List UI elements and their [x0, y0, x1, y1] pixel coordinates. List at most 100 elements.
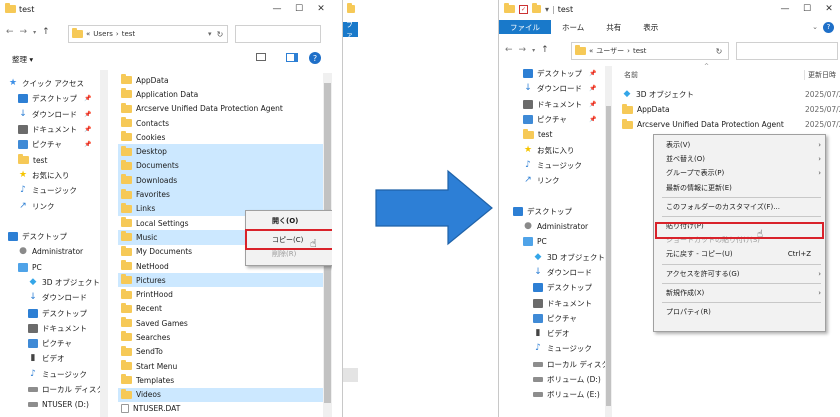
- minimize-button[interactable]: —: [774, 0, 796, 18]
- right-nav-item[interactable]: ♪ ミュージック: [509, 158, 605, 173]
- organize-menu[interactable]: 整理 ▾: [12, 54, 33, 65]
- properties-icon[interactable]: ✓: [519, 4, 528, 14]
- left-nav-item[interactable]: ★ クイック アクセス: [4, 76, 100, 91]
- tab-file[interactable]: ファイル: [499, 20, 551, 34]
- recent-chevron-icon[interactable]: ▾: [33, 29, 36, 36]
- address-overflow[interactable]: «: [86, 30, 90, 38]
- column-date[interactable]: 更新日時: [804, 70, 836, 80]
- file-row[interactable]: PrintHood: [118, 287, 323, 301]
- ribbon-collapse-icon[interactable]: ⌄: [812, 23, 818, 31]
- file-row[interactable]: Searches: [118, 330, 323, 344]
- left-nav-item[interactable]: ◆ 3D オブジェクト: [4, 275, 100, 290]
- left-nav-item[interactable]: ↗ リンク: [4, 198, 100, 213]
- breadcrumb-users[interactable]: ユーザー: [596, 46, 624, 56]
- left-nav-item[interactable]: ↓ ダウンロード 📌: [4, 107, 100, 122]
- right-nav-item[interactable]: ローカル ディスク (: [509, 357, 605, 372]
- back-arrow-icon[interactable]: ←: [505, 45, 513, 55]
- file-row[interactable]: Desktop: [118, 144, 323, 159]
- menu-item[interactable]: 最新の情報に更新(E): [654, 181, 825, 195]
- right-nav-item[interactable]: デスクトップ: [509, 280, 605, 295]
- file-row[interactable]: SendTo: [118, 345, 323, 359]
- nav-scrollbar[interactable]: [605, 66, 612, 417]
- file-row[interactable]: Videos: [118, 387, 323, 402]
- menu-item[interactable]: 表示(V) ›: [654, 138, 825, 152]
- right-nav-item[interactable]: デスクトップ 📌: [509, 66, 605, 81]
- file-row[interactable]: AppData: [118, 73, 323, 87]
- refresh-icon[interactable]: ↻: [212, 26, 228, 42]
- left-nav-item[interactable]: ↓ ダウンロード: [4, 290, 100, 305]
- left-nav-item[interactable]: test: [4, 152, 100, 167]
- view-options-icon[interactable]: [256, 53, 266, 61]
- right-nav-item[interactable]: ▮ ビデオ: [509, 326, 605, 341]
- menu-item[interactable]: プロパティ(R): [654, 305, 825, 319]
- left-nav-item[interactable]: ★ お気に入り: [4, 168, 100, 183]
- menu-item[interactable]: 並べ替え(O) ›: [654, 152, 825, 166]
- file-row[interactable]: Templates: [118, 373, 323, 387]
- address-dropdown-icon[interactable]: ▾: [208, 30, 212, 38]
- left-nav-item[interactable]: ♪ ミュージック: [4, 183, 100, 198]
- right-nav-item[interactable]: ● Administrator: [509, 219, 605, 234]
- right-nav-item[interactable]: ドキュメント: [509, 295, 605, 310]
- search-input[interactable]: [235, 25, 321, 43]
- right-nav-item[interactable]: ♪ ミュージック: [509, 341, 605, 356]
- right-nav-item[interactable]: デスクトップ: [509, 204, 605, 219]
- menu-item[interactable]: 開く(O): [246, 214, 332, 228]
- help-icon[interactable]: ?: [309, 52, 321, 64]
- left-nav-item[interactable]: NTUSER (D:): [4, 397, 100, 412]
- address-bar[interactable]: « ユーザー › test: [571, 42, 729, 60]
- right-nav-item[interactable]: ボリューム (E:): [509, 387, 605, 402]
- preview-pane-icon[interactable]: [286, 53, 298, 62]
- file-row[interactable]: Arcserve Unified Data Protection Agent: [118, 102, 323, 116]
- menu-item[interactable]: アクセスを許可する(G) ›: [654, 267, 825, 281]
- left-nav-item[interactable]: ピクチャ 📌: [4, 137, 100, 152]
- right-nav-item[interactable]: ドキュメント 📌: [509, 97, 605, 112]
- left-nav-item[interactable]: ドキュメント 📌: [4, 122, 100, 137]
- menu-item[interactable]: このフォルダーのカスタマイズ(F)...: [654, 200, 825, 214]
- breadcrumb-test[interactable]: test: [122, 30, 135, 38]
- nav-scrollbar[interactable]: [100, 70, 108, 417]
- breadcrumb-users[interactable]: Users: [93, 30, 113, 38]
- back-arrow-icon[interactable]: ←: [6, 27, 14, 37]
- file-row[interactable]: Pictures: [118, 273, 323, 288]
- file-row[interactable]: Downloads: [118, 173, 323, 188]
- menu-item[interactable]: 元に戻す - コピー(U) Ctrl+Z: [654, 247, 825, 261]
- left-nav-item[interactable]: ローカル ディスク (: [4, 382, 100, 397]
- right-nav-item[interactable]: ★ お気に入り: [509, 142, 605, 157]
- file-row[interactable]: Contacts: [118, 116, 323, 130]
- up-arrow-icon[interactable]: ↑: [42, 27, 50, 37]
- search-input[interactable]: [736, 42, 838, 60]
- right-nav-item[interactable]: test: [509, 127, 605, 142]
- address-overflow[interactable]: «: [589, 47, 593, 55]
- right-nav-item[interactable]: ↓ ダウンロード 📌: [509, 81, 605, 96]
- tab-view[interactable]: 表示: [632, 20, 669, 34]
- file-row[interactable]: Cookies: [118, 130, 323, 144]
- forward-arrow-icon[interactable]: →: [519, 45, 527, 55]
- file-row[interactable]: NTUSER.DAT: [118, 402, 323, 416]
- right-nav-item[interactable]: ◆ 3D オブジェクト: [509, 250, 605, 265]
- close-button[interactable]: ✕: [818, 0, 840, 18]
- file-row[interactable]: Recent: [118, 302, 323, 316]
- right-nav-item[interactable]: PC: [509, 234, 605, 249]
- left-nav-item[interactable]: デスクトップ: [4, 229, 100, 244]
- left-nav-item[interactable]: デスクトップ: [4, 305, 100, 320]
- ribbon-file-tab[interactable]: ファ: [343, 21, 358, 39]
- left-nav-item[interactable]: ▮ ビデオ: [4, 351, 100, 366]
- file-row[interactable]: Start Menu: [118, 359, 323, 373]
- maximize-button[interactable]: ☐: [288, 0, 310, 18]
- menu-item[interactable]: 新規作成(X) ›: [654, 286, 825, 300]
- refresh-icon[interactable]: ↻: [711, 43, 727, 59]
- up-arrow-icon[interactable]: ↑: [541, 45, 549, 55]
- tab-home[interactable]: ホーム: [551, 20, 595, 34]
- forward-arrow-icon[interactable]: →: [20, 27, 28, 37]
- file-row[interactable]: Arcserve Unified Data Protection Agent 20…: [619, 117, 840, 132]
- right-nav-item[interactable]: ↗ リンク: [509, 173, 605, 188]
- breadcrumb-test[interactable]: test: [633, 47, 646, 55]
- left-nav-item[interactable]: デスクトップ 📌: [4, 91, 100, 106]
- left-nav-item[interactable]: ピクチャ: [4, 336, 100, 351]
- tab-share[interactable]: 共有: [595, 20, 632, 34]
- close-button[interactable]: ✕: [310, 0, 332, 18]
- menu-item[interactable]: グループで表示(P) ›: [654, 166, 825, 180]
- file-row[interactable]: Saved Games: [118, 316, 323, 330]
- recent-chevron-icon[interactable]: ▾: [532, 47, 535, 54]
- minimize-button[interactable]: —: [266, 0, 288, 18]
